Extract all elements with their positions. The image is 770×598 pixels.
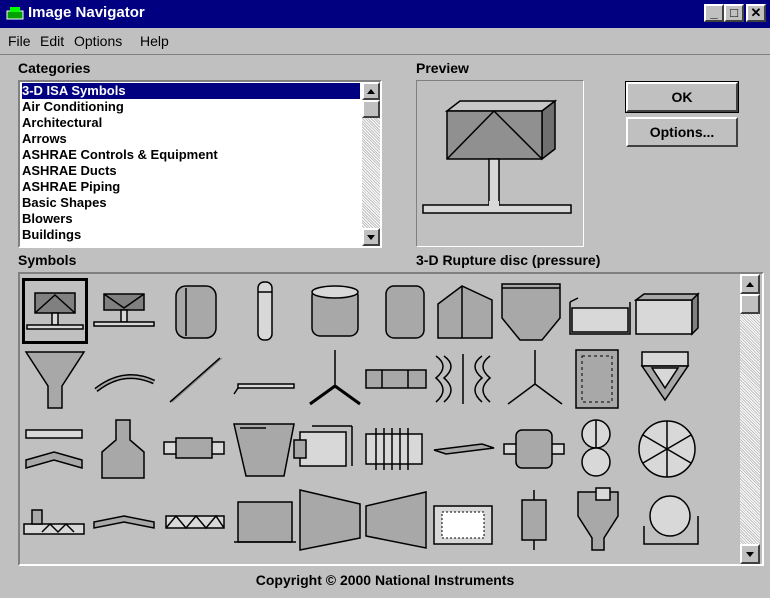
symbol-rupture-disc[interactable]: [22, 278, 88, 344]
symbol-valve-body[interactable]: [502, 486, 568, 552]
title-bar: Image Navigator _ □ ✕: [0, 0, 770, 28]
categories-scrollbar[interactable]: [362, 82, 380, 246]
symbol-truss[interactable]: [162, 486, 228, 552]
symbol-spool[interactable]: [502, 416, 568, 482]
symbol-gable-tank[interactable]: [432, 278, 498, 344]
menu-help[interactable]: Help: [140, 33, 169, 49]
minimize-button[interactable]: _: [704, 4, 724, 22]
symbol-box-tank[interactable]: [633, 278, 700, 344]
list-item[interactable]: ASHRAE Controls & Equipment: [22, 147, 360, 163]
symbol-grid-panel[interactable]: [432, 486, 498, 552]
symbol-reducer-left[interactable]: [298, 486, 364, 552]
categories-listbox[interactable]: 3-D ISA Symbols Air Conditioning Archite…: [18, 80, 382, 248]
symbol-dashed-tank[interactable]: [568, 346, 634, 412]
list-item[interactable]: Basic Shapes: [22, 195, 360, 211]
preview-caption: 3-D Rupture disc (pressure): [416, 252, 601, 268]
minimize-icon: _: [710, 5, 718, 20]
arrow-down-icon: [746, 552, 754, 557]
symbol-diagonal-line[interactable]: [162, 346, 228, 412]
symbol-open-tank[interactable]: [568, 278, 634, 344]
symbols-scroll-down-button[interactable]: [740, 544, 760, 564]
maximize-icon: □: [730, 5, 738, 20]
symbol-box[interactable]: [232, 486, 298, 552]
symbol-rupture-disc-vacuum[interactable]: [92, 278, 158, 344]
ok-button[interactable]: OK: [625, 81, 739, 113]
symbol-reducer-right[interactable]: [364, 486, 430, 552]
preview-label: Preview: [416, 60, 469, 76]
window-title: Image Navigator: [28, 4, 145, 21]
options-button[interactable]: Options...: [626, 117, 738, 147]
symbol-centrifugal-pump[interactable]: [636, 486, 702, 552]
list-item[interactable]: Arrows: [22, 131, 360, 147]
symbol-cyclone[interactable]: [568, 486, 634, 552]
menu-bar: File Edit Options Help: [0, 28, 770, 55]
maximize-button[interactable]: □: [724, 4, 744, 22]
close-button[interactable]: ✕: [746, 4, 766, 22]
preview-panel: [416, 80, 584, 247]
symbol-arc-pipe[interactable]: [92, 346, 158, 412]
menu-options[interactable]: Options: [74, 33, 122, 49]
symbol-motor[interactable]: [292, 416, 358, 482]
symbol-drum[interactable]: [302, 278, 368, 344]
symbol-conveyor-hopper[interactable]: [22, 486, 88, 552]
symbol-vessel[interactable]: [372, 278, 438, 344]
symbols-label: Symbols: [18, 252, 77, 268]
symbol-trough[interactable]: [232, 416, 298, 482]
symbol-funnel[interactable]: [22, 346, 88, 412]
rupture-disc-preview: [422, 99, 572, 214]
scroll-thumb[interactable]: [362, 100, 380, 118]
symbol-hopper[interactable]: [498, 278, 564, 344]
list-item[interactable]: 3-D ISA Symbols: [22, 83, 360, 99]
symbol-box-segments[interactable]: [364, 346, 430, 412]
symbol-heat-exchanger[interactable]: [430, 346, 496, 412]
close-icon: ✕: [750, 5, 762, 20]
symbol-line[interactable]: [232, 346, 298, 412]
list-item[interactable]: Buildings: [22, 227, 360, 243]
symbol-bottle[interactable]: [92, 416, 158, 482]
symbol-wheel[interactable]: [634, 416, 700, 482]
symbols-scroll-up-button[interactable]: [740, 274, 760, 294]
list-item[interactable]: Blowers: [22, 211, 360, 227]
symbol-blade-mixer[interactable]: [92, 486, 158, 552]
symbol-double-disc[interactable]: [568, 416, 634, 482]
list-item[interactable]: Air Conditioning: [22, 99, 360, 115]
list-item[interactable]: Architectural: [22, 115, 360, 131]
list-item[interactable]: ASHRAE Ducts: [22, 163, 360, 179]
symbols-scrollbar[interactable]: [740, 274, 760, 564]
symbol-mixer-blade[interactable]: [22, 416, 88, 482]
menu-edit[interactable]: Edit: [40, 33, 64, 49]
symbol-coil-exchanger[interactable]: [362, 416, 428, 482]
menu-file[interactable]: File: [8, 33, 31, 49]
app-icon: [6, 7, 24, 20]
categories-label: Categories: [18, 60, 91, 76]
copyright-text: Copyright © 2000 National Instruments: [255, 572, 515, 588]
symbol-tank-vertical[interactable]: [162, 278, 228, 344]
symbol-flat-pipe[interactable]: [432, 416, 498, 482]
symbol-arrow-down-box[interactable]: [632, 346, 698, 412]
symbols-panel: [18, 272, 764, 566]
symbol-inline-filter[interactable]: [162, 416, 228, 482]
symbol-tripod[interactable]: [302, 346, 368, 412]
arrow-up-icon: [746, 282, 754, 287]
symbol-column[interactable]: [232, 278, 298, 344]
arrow-down-icon: [367, 235, 375, 240]
symbol-three-way[interactable]: [502, 346, 568, 412]
symbols-scroll-thumb[interactable]: [740, 294, 760, 314]
arrow-up-icon: [367, 89, 375, 94]
scroll-down-button[interactable]: [362, 228, 380, 246]
list-item[interactable]: ASHRAE Piping: [22, 179, 360, 195]
scroll-up-button[interactable]: [362, 82, 380, 100]
